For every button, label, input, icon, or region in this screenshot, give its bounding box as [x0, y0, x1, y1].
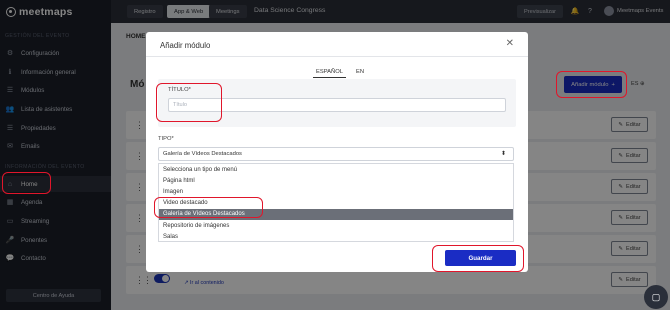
- type-option[interactable]: Salas: [159, 231, 513, 242]
- type-select[interactable]: Galería de Vídeos Destacados ⬍: [158, 147, 514, 161]
- type-option[interactable]: Selecciona un tipo de menú: [159, 164, 513, 175]
- add-module-dialog: Añadir módulo ✕ ESPAÑOL EN TÍTULO* Títul…: [146, 32, 528, 272]
- dialog-title: Añadir módulo: [160, 41, 211, 50]
- tab-en[interactable]: EN: [353, 67, 367, 78]
- sort-arrows-icon: ⬍: [500, 151, 506, 157]
- close-icon[interactable]: ✕: [506, 38, 514, 49]
- type-option[interactable]: Imagen: [159, 186, 513, 197]
- chat-icon[interactable]: ▢: [644, 285, 668, 309]
- type-label: TIPO*: [158, 136, 174, 142]
- annotation-highlight-type-option: [154, 197, 263, 218]
- tab-espanol[interactable]: ESPAÑOL: [313, 67, 346, 78]
- annotation-highlight-title: [156, 83, 222, 122]
- type-option[interactable]: Repositorio de imágenes: [159, 220, 513, 231]
- type-select-value: Galería de Vídeos Destacados: [163, 151, 242, 157]
- annotation-highlight-home: [2, 172, 51, 194]
- annotation-highlight-add-module: [556, 71, 627, 98]
- type-option[interactable]: Página html: [159, 175, 513, 186]
- divider: [146, 56, 528, 57]
- annotation-highlight-save: [432, 245, 524, 272]
- language-tabs: ESPAÑOL EN: [313, 67, 367, 78]
